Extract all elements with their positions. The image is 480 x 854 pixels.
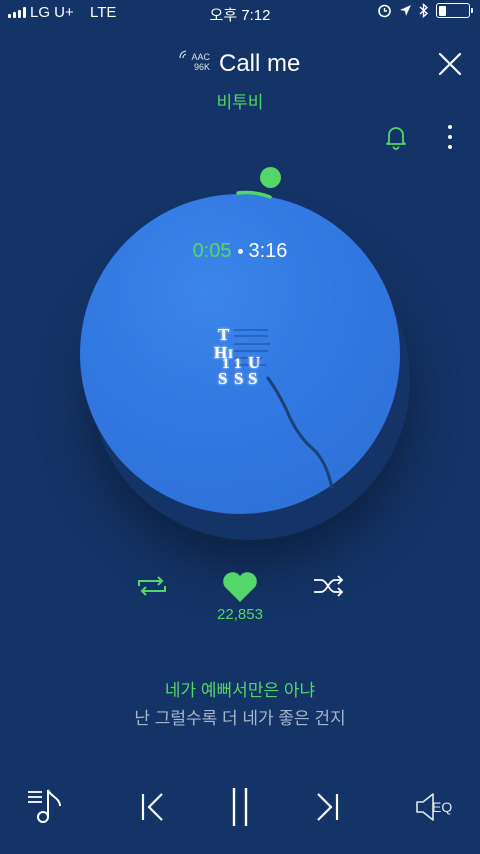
progress-handle[interactable] xyxy=(260,167,281,188)
song-title: Call me xyxy=(219,50,301,77)
wireless-icon xyxy=(179,50,187,59)
next-icon xyxy=(317,793,339,821)
like-count: 22,853 xyxy=(217,606,263,623)
elapsed-time: 0:05 xyxy=(192,240,232,262)
codec-badge: AAC 96K xyxy=(179,50,210,72)
eq-label: EQ xyxy=(432,799,453,815)
previous-icon xyxy=(141,793,163,821)
alarm-icon xyxy=(378,4,391,18)
time-display: 0:05 3:16 xyxy=(80,240,400,263)
repeat-icon xyxy=(138,576,166,596)
total-time: 3:16 xyxy=(248,240,288,262)
close-icon xyxy=(438,52,462,76)
pause-button[interactable] xyxy=(226,786,254,828)
svg-text:S: S xyxy=(218,369,227,388)
time-separator xyxy=(237,249,243,255)
album-art: T HI 11U SSS T HI 11U SSS xyxy=(214,325,334,488)
playlist-button[interactable] xyxy=(26,786,66,826)
close-button[interactable] xyxy=(436,50,464,78)
artist-name[interactable]: 비투비 xyxy=(0,88,480,113)
progress-arc xyxy=(236,190,272,199)
shuffle-button[interactable] xyxy=(311,572,347,600)
lyric-next-line[interactable]: 난 그럴수록 더 네가 좋은 건지 xyxy=(0,704,480,729)
next-button[interactable] xyxy=(312,790,342,824)
battery-icon xyxy=(436,3,473,18)
heart-icon xyxy=(223,572,257,602)
repeat-button[interactable] xyxy=(134,572,170,600)
shuffle-icon xyxy=(314,575,344,597)
like-button[interactable] xyxy=(221,570,259,604)
bluetooth-icon xyxy=(419,3,429,18)
more-options-button[interactable] xyxy=(440,122,460,152)
more-icon xyxy=(448,125,452,129)
svg-text:T: T xyxy=(218,325,230,344)
pause-icon xyxy=(232,788,248,826)
status-bar: LG U+ LTE 오후 7:12 xyxy=(0,0,480,26)
svg-text:S: S xyxy=(248,369,257,388)
notification-button[interactable] xyxy=(383,124,409,150)
bitrate-label: 96K xyxy=(193,62,210,72)
status-icons xyxy=(377,3,473,18)
previous-button[interactable] xyxy=(138,790,168,824)
location-icon xyxy=(400,5,411,16)
playlist-icon xyxy=(28,789,61,823)
lyric-current-line[interactable]: 네가 예뻐서만은 아냐 xyxy=(0,676,480,701)
svg-text:S: S xyxy=(234,369,243,388)
bell-icon xyxy=(386,127,406,150)
